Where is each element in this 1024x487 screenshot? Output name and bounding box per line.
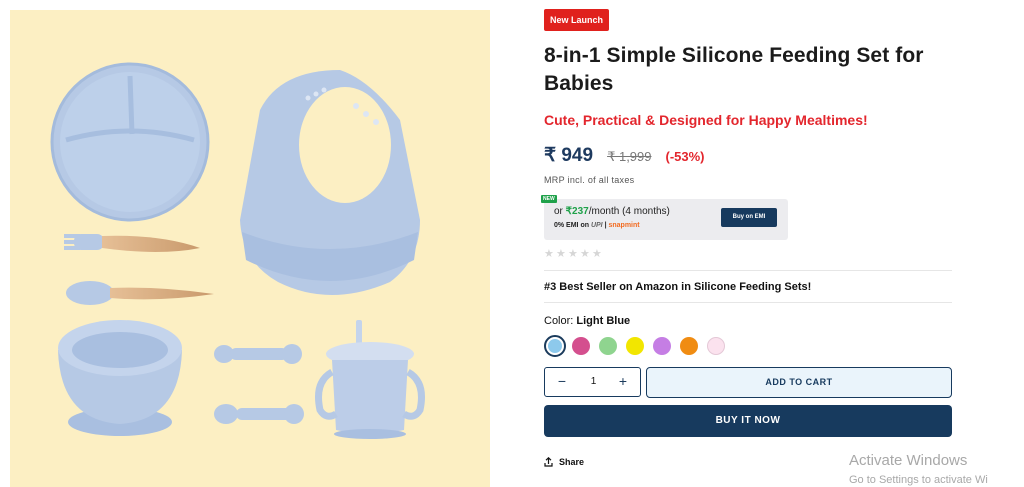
swatch-light-pink[interactable] xyxy=(707,337,725,355)
emi-amount: ₹237 xyxy=(565,206,589,217)
swatch-pink[interactable] xyxy=(572,337,590,355)
upi-logo: UPI xyxy=(590,222,603,229)
star-icon: ★ xyxy=(556,248,566,260)
sippy-cup xyxy=(315,320,425,439)
emi-line2-prefix: 0% EMI on xyxy=(554,222,591,229)
swatch-yellow[interactable] xyxy=(626,337,644,355)
fork xyxy=(64,234,200,252)
emi-offer: NEW or ₹237/month (4 months) 0% EMI on U… xyxy=(541,195,788,240)
emi-suffix: /month (4 months) xyxy=(588,206,670,217)
watermark-title: Activate Windows xyxy=(849,452,968,469)
rating-stars: ★ ★ ★ ★ ★ xyxy=(544,249,603,260)
swatch-green[interactable] xyxy=(599,337,617,355)
swatch-orange[interactable] xyxy=(680,337,698,355)
emi-provider-text: 0% EMI on UPI | snapmint xyxy=(554,222,640,229)
star-icon: ★ xyxy=(568,248,578,260)
color-label-prefix: Color: xyxy=(544,315,574,327)
swatch-light-blue[interactable] xyxy=(544,335,566,357)
share-label: Share xyxy=(559,457,585,467)
quantity-value[interactable]: 1 xyxy=(579,368,608,396)
spoon xyxy=(66,281,214,305)
emi-new-tag: NEW xyxy=(541,195,557,203)
suction-bowl xyxy=(58,320,182,436)
product-tagline: Cute, Practical & Designed for Happy Mea… xyxy=(544,112,868,128)
share-icon xyxy=(544,457,553,467)
emi-monthly-text: or ₹237/month (4 months) xyxy=(554,206,670,217)
buy-it-now-button[interactable]: BUY IT NOW xyxy=(544,405,952,437)
divided-plate xyxy=(50,62,210,222)
new-launch-badge: New Launch xyxy=(544,9,610,31)
share-link[interactable]: Share xyxy=(544,457,584,467)
buy-on-emi-button[interactable]: Buy on EMI xyxy=(721,208,777,227)
emi-prefix: or xyxy=(554,206,566,217)
selected-color-name: Light Blue xyxy=(576,315,631,327)
snapmint-logo: snapmint xyxy=(608,222,640,229)
star-icon: ★ xyxy=(544,248,554,260)
discount-percent: (-53%) xyxy=(665,149,705,164)
divider xyxy=(544,270,952,271)
original-price: ₹ 1,999 xyxy=(607,149,652,164)
add-to-cart-button[interactable]: ADD TO CART xyxy=(646,367,952,398)
divider xyxy=(544,302,952,303)
activate-windows-watermark: Activate Windows Go to Settings to activ… xyxy=(849,452,988,487)
product-image xyxy=(10,10,490,487)
sale-price: ₹ 949 xyxy=(544,145,594,166)
swatch-purple[interactable] xyxy=(653,337,671,355)
color-label: Color: Light Blue xyxy=(544,315,630,327)
quantity-increase-button[interactable]: + xyxy=(608,368,638,396)
quantity-stepper: − 1 + xyxy=(544,367,641,397)
watermark-subtitle: Go to Settings to activate Wi xyxy=(849,474,988,486)
product-title: 8-in-1 Simple Silicone Feeding Set for B… xyxy=(544,44,924,95)
star-icon: ★ xyxy=(592,248,602,260)
tax-note: MRP incl. of all taxes xyxy=(544,175,635,185)
toddler-cutlery xyxy=(214,344,304,424)
star-icon: ★ xyxy=(580,248,590,260)
quantity-decrease-button[interactable]: − xyxy=(547,368,577,396)
price-row: ₹ 949 ₹ 1,999 (-53%) xyxy=(544,144,705,167)
bib xyxy=(240,70,420,295)
bestseller-note: #3 Best Seller on Amazon in Silicone Fee… xyxy=(544,281,812,293)
